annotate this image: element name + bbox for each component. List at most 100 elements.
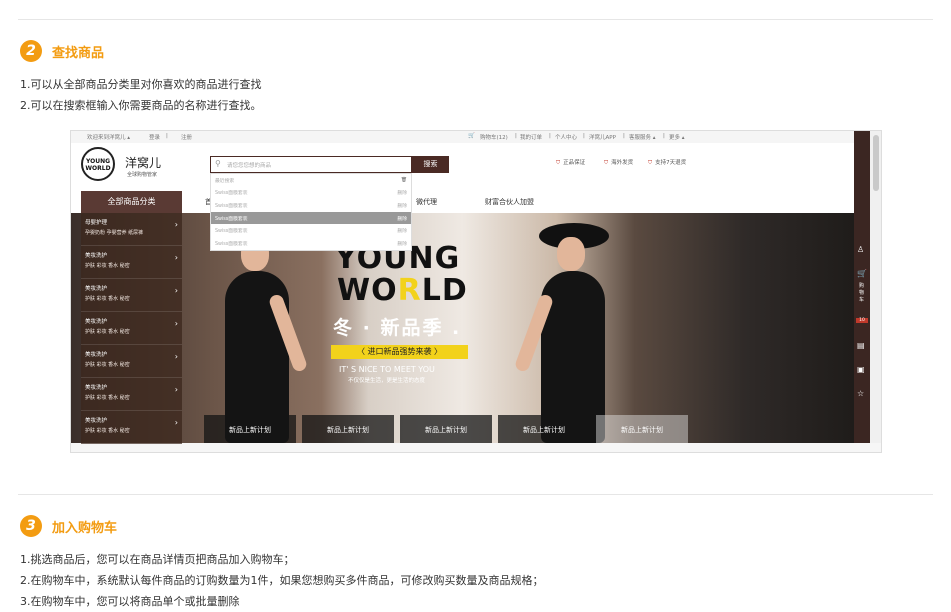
separator: | bbox=[515, 133, 517, 139]
register-link[interactable]: 注册 bbox=[181, 133, 192, 141]
separator: | bbox=[663, 133, 665, 139]
banner-tab[interactable]: 新品上新计划 bbox=[302, 415, 394, 443]
brand-slogan: 全球购物管家 bbox=[127, 172, 158, 178]
delete-link[interactable]: 删除 bbox=[397, 189, 407, 196]
login-link[interactable]: 登录 bbox=[149, 133, 160, 141]
main-nav bbox=[71, 191, 854, 213]
category-item[interactable]: 美妆洗护 护肤 彩妆 香水 秘密 › bbox=[81, 312, 182, 345]
search-placeholder: 请您您您想的商品 bbox=[227, 163, 272, 169]
logo[interactable]: YOUNG WORLD bbox=[81, 147, 115, 181]
separator: | bbox=[166, 133, 168, 139]
coupon-icon[interactable]: ▤ bbox=[857, 341, 865, 350]
scrollbar[interactable] bbox=[870, 131, 881, 443]
chevron-right-icon: › bbox=[174, 220, 178, 229]
instruction-line: 1.可以从全部商品分类里对你喜欢的商品进行查找 bbox=[20, 78, 262, 91]
delete-link[interactable]: 删除 bbox=[397, 240, 407, 247]
chevron-right-icon: › bbox=[174, 418, 178, 427]
history-icon[interactable]: ▣ bbox=[857, 365, 865, 374]
model-image-left bbox=[203, 223, 313, 443]
right-toolbar: ♙ 🛒 购物车 10 ▤ ▣ ☆ bbox=[854, 131, 870, 443]
banner-tab-active[interactable]: 新品上新计划 bbox=[596, 415, 688, 443]
dropdown-header: 最近搜索 🗑 bbox=[215, 177, 407, 184]
category-item[interactable]: 美妆洗护 护肤 彩妆 香水 秘密 › bbox=[81, 345, 182, 378]
instruction-line: 2.可以在搜索框输入你需要商品的名称进行查找。 bbox=[20, 99, 262, 112]
section-heading-search: 2 查找商品 bbox=[20, 40, 104, 62]
account-link[interactable]: 个人中心 bbox=[555, 133, 577, 141]
logo-text-bottom: WORLD bbox=[85, 165, 111, 172]
hero-banner[interactable]: YOUNG WORLD 冬 · 新品季 . 〈 进口新品强势来袭 〉 IT' S… bbox=[71, 213, 854, 443]
shield-icon: ⛉ bbox=[648, 160, 653, 166]
category-item[interactable]: 美妆洗护 护肤 彩妆 香水 秘密 › bbox=[81, 411, 182, 444]
chevron-right-icon: › bbox=[174, 253, 178, 262]
delete-link[interactable]: 删除 bbox=[397, 215, 407, 222]
category-item[interactable]: 美妆洗护 护肤 彩妆 香水 秘密 › bbox=[81, 279, 182, 312]
cart-icon: 🛒 bbox=[468, 133, 475, 139]
banner-tab[interactable]: 新品上新计划 bbox=[400, 415, 492, 443]
history-item[interactable]: Swiss面膜套装 删除 bbox=[211, 199, 411, 212]
chevron-right-icon: › bbox=[174, 352, 178, 361]
trash-icon[interactable]: 🗑 bbox=[401, 178, 407, 183]
site-screenshot: 欢迎来到洋窝儿 ▴ 登录 | 注册 🛒 购物车(12) | 我的订单 | 个人中… bbox=[70, 130, 882, 453]
category-item[interactable]: 母婴护理 孕婴奶粉 孕婴营养 纸尿裤 › bbox=[81, 213, 182, 246]
chevron-right-icon: › bbox=[174, 286, 178, 295]
step-number-badge: 3 bbox=[20, 515, 42, 537]
delete-link[interactable]: 删除 bbox=[397, 227, 407, 234]
chevron-right-icon: › bbox=[174, 385, 178, 394]
nav-item-partner[interactable]: 财富合伙人加盟 bbox=[485, 197, 534, 207]
banner-tab[interactable]: 新品上新计划 bbox=[204, 415, 296, 443]
instructions-search: 1.可以从全部商品分类里对你喜欢的商品进行查找 2.可以在搜索框输入你需要商品的… bbox=[20, 74, 262, 116]
instructions-cart: 1.挑选商品后，您可以在商品详情页把商品加入购物车； 2.在购物车中，系统默认每… bbox=[20, 549, 544, 612]
cart-count-badge: 10 bbox=[856, 318, 868, 323]
nav-item-micro-agent[interactable]: 微代理 bbox=[416, 197, 437, 207]
site-header: YOUNG WORLD 洋窝儿 全球购物管家 ⚲ 请您您您想的商品 搜索 ⛉ 正品… bbox=[71, 143, 854, 191]
cart-icon[interactable]: 🛒 bbox=[857, 269, 867, 278]
scrollbar-thumb[interactable] bbox=[873, 135, 879, 191]
favorite-icon[interactable]: ☆ bbox=[857, 389, 864, 398]
rail-cart-label[interactable]: 购物车 bbox=[859, 283, 865, 304]
search-icon: ⚲ bbox=[215, 159, 221, 168]
section-heading-cart: 3 加入购物车 bbox=[20, 515, 117, 537]
section-title: 查找商品 bbox=[52, 45, 105, 61]
user-icon[interactable]: ♙ bbox=[857, 245, 864, 254]
banner-subtitle: 不仅仅是生活，更是生活的态度 bbox=[348, 378, 426, 384]
step-number-badge: 2 bbox=[20, 40, 42, 62]
history-item[interactable]: Swiss面膜套装 删除 bbox=[211, 224, 411, 237]
category-item[interactable]: 美妆洗护 护肤 彩妆 香水 秘密 › bbox=[81, 246, 182, 279]
service-link[interactable]: 客服服务 ▴ bbox=[629, 133, 656, 141]
top-divider bbox=[18, 19, 933, 20]
category-menu: 母婴护理 孕婴奶粉 孕婴营养 纸尿裤 › 美妆洗护 护肤 彩妆 香水 秘密 › 美妆洗护… bbox=[81, 213, 182, 444]
banner-tag[interactable]: 〈 进口新品强势来袭 〉 bbox=[331, 345, 468, 359]
instruction-line: 1.挑选商品后，您可以在商品详情页把商品加入购物车； bbox=[20, 553, 295, 566]
model-image-right bbox=[513, 223, 629, 443]
search-input[interactable]: ⚲ 请您您您想的商品 bbox=[210, 156, 412, 173]
shield-icon: ⛉ bbox=[604, 160, 609, 166]
banner-title-world: WORLD bbox=[337, 273, 468, 308]
history-item[interactable]: Swiss面膜套装 删除 bbox=[211, 237, 411, 250]
delete-link[interactable]: 删除 bbox=[397, 202, 407, 209]
separator: | bbox=[549, 133, 551, 139]
guarantee-authentic: ⛉ 正品保证 bbox=[556, 160, 586, 166]
instruction-line: 2.在购物车中，系统默认每件商品的订购数量为1件，如果您想购买多件商品，可修改购… bbox=[20, 574, 544, 587]
separator: | bbox=[583, 133, 585, 139]
history-item-highlighted[interactable]: Swiss面膜套装 删除 bbox=[211, 211, 411, 225]
all-categories-button[interactable]: 全部商品分类 bbox=[81, 191, 182, 213]
banner-season: 冬 · 新品季 . bbox=[333, 317, 462, 339]
search-history-dropdown: 最近搜索 🗑 Swiss面膜套装 删除 Swiss面膜套装 删除 Swiss面膜套装删… bbox=[210, 173, 412, 251]
guarantee-return: ⛉ 支持7天退货 bbox=[648, 160, 687, 166]
app-link[interactable]: 洋窝儿APP bbox=[589, 133, 616, 141]
more-link[interactable]: 更多 ▴ bbox=[669, 133, 685, 141]
middle-divider bbox=[18, 494, 933, 495]
topbar-cart-link[interactable]: 购物车(12) bbox=[480, 133, 508, 141]
brand-name: 洋窝儿 bbox=[125, 156, 162, 170]
orders-link[interactable]: 我的订单 bbox=[520, 133, 542, 141]
site-topbar: 欢迎来到洋窝儿 ▴ 登录 | 注册 🛒 购物车(12) | 我的订单 | 个人中… bbox=[71, 131, 854, 143]
search-button[interactable]: 搜索 bbox=[412, 156, 449, 173]
banner-tab[interactable]: 新品上新计划 bbox=[498, 415, 590, 443]
category-item[interactable]: 美妆洗护 护肤 彩妆 香水 秘密 › bbox=[81, 378, 182, 411]
welcome-link[interactable]: 欢迎来到洋窝儿 ▴ bbox=[87, 133, 130, 141]
separator: | bbox=[623, 133, 625, 139]
history-item[interactable]: Swiss面膜套装 删除 bbox=[211, 187, 411, 200]
chevron-right-icon: › bbox=[174, 319, 178, 328]
guarantee-overseas: ⛉ 海外发货 bbox=[604, 160, 634, 166]
instruction-line: 3.在购物车中，您可以将商品单个或批量删除 bbox=[20, 595, 240, 608]
